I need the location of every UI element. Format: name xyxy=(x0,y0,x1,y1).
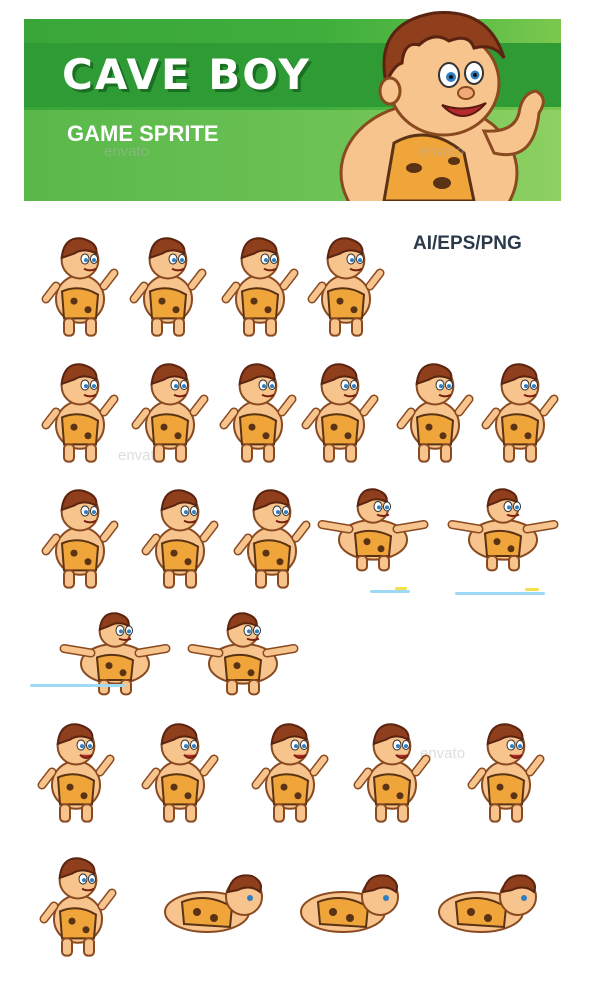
sprite-frame-attack xyxy=(140,484,220,596)
sprite-frame-attack-lunge xyxy=(59,608,171,702)
spark-effect xyxy=(30,684,125,687)
cave-boy-character xyxy=(164,874,263,933)
banner-title: CAVE BOY xyxy=(62,50,311,99)
hero-character-illustration xyxy=(339,11,545,201)
cave-boy-character xyxy=(39,857,117,957)
cave-boy-character xyxy=(141,723,219,823)
sprite-frame-idle xyxy=(128,232,208,344)
sprite-frame-idle xyxy=(220,232,300,344)
sprite-frame-attack-lunge xyxy=(187,608,299,702)
cave-boy-character xyxy=(301,363,379,463)
sprite-frame-idle xyxy=(306,232,386,344)
cave-boy-character xyxy=(187,612,299,696)
cave-boy-character xyxy=(300,874,399,933)
cave-boy-character xyxy=(481,363,559,463)
cave-boy-character xyxy=(41,363,119,463)
sprite-frame-walk xyxy=(480,358,560,470)
cave-boy-character xyxy=(219,363,297,463)
sprite-frame-attack xyxy=(447,484,559,578)
cave-boy-character xyxy=(41,237,119,337)
cave-boy-character xyxy=(307,237,385,337)
sprite-frame-walk xyxy=(300,358,380,470)
cave-boy-character xyxy=(251,723,329,823)
watermark-text: envato xyxy=(419,143,465,160)
sprite-frame-fall xyxy=(38,852,118,964)
cave-boy-character xyxy=(353,723,431,823)
sprite-frame-hurt xyxy=(36,718,116,830)
sprite-frame-walk xyxy=(218,358,298,470)
sprite-frame-walk xyxy=(130,358,210,470)
spark-effect xyxy=(395,587,407,590)
sprite-frame-hurt xyxy=(466,718,546,830)
sprite-frame-walk xyxy=(395,358,475,470)
watermark-text: envato xyxy=(104,143,150,160)
sprite-frame-hurt xyxy=(352,718,432,830)
sprite-frame-walk xyxy=(40,358,120,470)
sprite-frame-attack xyxy=(317,484,429,578)
formats-label: AI/EPS/PNG xyxy=(413,233,522,254)
cave-boy-character xyxy=(131,363,209,463)
sprite-frame-attack xyxy=(232,484,312,596)
cave-boy-character xyxy=(467,723,545,823)
sprite-frame-idle xyxy=(40,232,120,344)
cave-boy-character xyxy=(317,488,429,572)
sprite-frame-fall xyxy=(288,852,399,946)
sprite-frame-fall xyxy=(426,852,537,946)
sprite-frame-fall xyxy=(152,852,263,946)
sprite-frame-hurt xyxy=(250,718,330,830)
spark-effect xyxy=(370,590,410,593)
spark-effect xyxy=(525,588,539,591)
cave-boy-character xyxy=(233,489,311,589)
spark-effect xyxy=(455,592,545,595)
cave-boy-character xyxy=(37,723,115,823)
cave-boy-character xyxy=(141,489,219,589)
cave-boy-character xyxy=(221,237,299,337)
sprite-frame-attack xyxy=(40,484,120,596)
cave-boy-character xyxy=(41,489,119,589)
cave-boy-character xyxy=(438,874,537,933)
cave-boy-character xyxy=(396,363,474,463)
title-banner: CAVE BOY GAME SPRITE envato envato xyxy=(24,11,561,201)
cave-boy-character xyxy=(447,488,559,572)
sprite-frame-hurt xyxy=(140,718,220,830)
cave-boy-character xyxy=(129,237,207,337)
